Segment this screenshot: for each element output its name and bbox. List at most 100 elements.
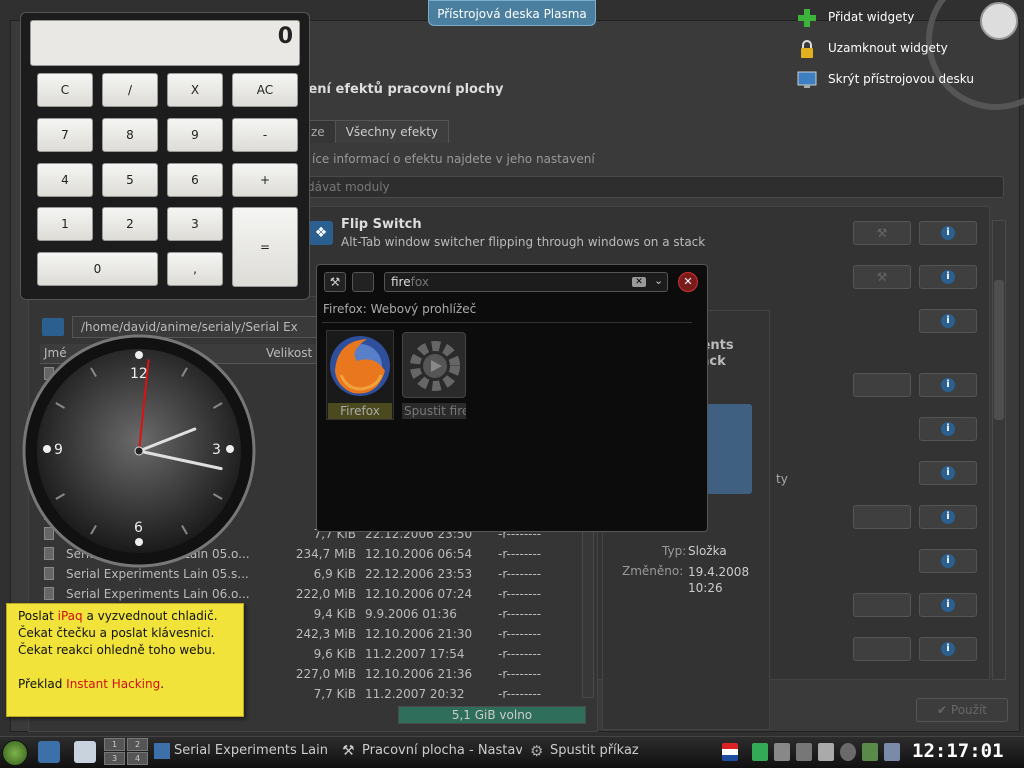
- file-size: 6,9 KiB: [313, 567, 356, 581]
- note-line: Překlad Instant Hacking.: [18, 677, 165, 691]
- info-button[interactable]: i: [919, 549, 977, 573]
- gear-icon[interactable]: [402, 332, 466, 398]
- info-icon: i: [941, 554, 955, 568]
- calc-key-1[interactable]: 1: [37, 207, 93, 241]
- dolphin-launcher-icon[interactable]: [38, 741, 60, 763]
- effect-name: Flip Switch: [341, 217, 422, 232]
- notes-icon[interactable]: [818, 743, 834, 761]
- effect-row-flip-switch[interactable]: ❖ Flip Switch Alt-Tab window switcher fl…: [301, 211, 991, 255]
- document-launcher-icon[interactable]: [74, 741, 96, 763]
- krunner-search-input[interactable]: firefox: [384, 272, 668, 292]
- note-line: Poslat iPaq a vyzvednout chladič.: [18, 609, 218, 623]
- info-button[interactable]: i: [919, 461, 977, 485]
- effects-filter-input[interactable]: dávat moduly: [300, 176, 1004, 198]
- add-widgets-button[interactable]: Přidat widgety: [790, 6, 1020, 30]
- info-button[interactable]: i: [919, 505, 977, 529]
- hide-dashboard-label: Skrýt přístrojovou desku: [828, 72, 974, 86]
- result-label: Spustit fire: [402, 403, 466, 419]
- add-widgets-label: Přidat widgety: [828, 10, 915, 24]
- calc-key-minus[interactable]: -: [232, 118, 298, 152]
- calc-key-multiply[interactable]: X: [167, 73, 223, 107]
- calc-key-3[interactable]: 3: [167, 207, 223, 241]
- pager-desktop-4[interactable]: 4: [127, 752, 148, 765]
- close-icon[interactable]: ✕: [678, 272, 698, 292]
- effects-scrollbar-thumb[interactable]: [994, 280, 1004, 420]
- pager-desktop-2[interactable]: 2: [127, 738, 148, 751]
- display-icon[interactable]: [884, 743, 900, 761]
- battery-icon[interactable]: [752, 743, 768, 761]
- calc-key-0[interactable]: 0: [37, 252, 158, 286]
- calc-key-8[interactable]: 8: [102, 118, 158, 152]
- task-dolphin[interactable]: Serial Experiments Lain: [154, 740, 334, 764]
- result-label: Firefox: [328, 403, 392, 419]
- window-list-icon[interactable]: [352, 272, 374, 292]
- effects-info-text: íce informací o efektu najdete v jeho na…: [312, 152, 595, 166]
- volume-icon[interactable]: [774, 743, 790, 761]
- calc-key-7[interactable]: 7: [37, 118, 93, 152]
- calc-key-all-clear[interactable]: AC: [232, 73, 298, 107]
- apply-button[interactable]: ✔ Použít: [916, 698, 1008, 722]
- info-button[interactable]: i: [919, 221, 977, 245]
- calc-key-5[interactable]: 5: [102, 163, 158, 197]
- configure-button[interactable]: [853, 373, 911, 397]
- task-run-command[interactable]: ⚙ Spustit příkaz: [530, 740, 710, 764]
- calc-key-plus[interactable]: +: [232, 163, 298, 197]
- configure-button[interactable]: ⚒: [853, 221, 911, 245]
- dashboard-tooltip: Přístrojová deska Plasma: [428, 0, 596, 26]
- clear-input-icon[interactable]: ✕: [632, 277, 646, 287]
- calc-key-equals[interactable]: =: [232, 207, 298, 287]
- column-size[interactable]: Velikost: [266, 346, 312, 360]
- clipboard-icon[interactable]: [796, 743, 812, 761]
- info-modified-value: 19.4.2008 10:26: [688, 565, 750, 595]
- info-button[interactable]: i: [919, 373, 977, 397]
- lock-widgets-button[interactable]: Uzamknout widgety: [790, 37, 1020, 61]
- calc-key-divide[interactable]: /: [102, 73, 158, 107]
- calc-key-4[interactable]: 4: [37, 163, 93, 197]
- network-icon[interactable]: [840, 743, 856, 761]
- analog-clock-widget: 12 3 6 9: [22, 334, 256, 568]
- calc-key-2[interactable]: 2: [102, 207, 158, 241]
- keyboard-layout-flag-icon[interactable]: [722, 743, 738, 761]
- clock-numeral-12: 12: [130, 366, 148, 382]
- file-list-scrollbar[interactable]: [582, 530, 594, 698]
- info-button[interactable]: i: [919, 593, 977, 617]
- updates-icon[interactable]: [862, 743, 878, 761]
- task-settings[interactable]: ⚒ Pracovní plocha - Nastav: [342, 740, 522, 764]
- info-icon: i: [941, 598, 955, 612]
- tab-all-effects[interactable]: Všechny efekty: [334, 120, 450, 143]
- configure-button[interactable]: [853, 505, 911, 529]
- history-dropdown-icon[interactable]: ⌄: [654, 274, 663, 287]
- file-permissions: -r--------: [498, 567, 542, 581]
- info-button[interactable]: i: [919, 309, 977, 333]
- info-button[interactable]: i: [919, 417, 977, 441]
- calc-key-clear[interactable]: C: [37, 73, 93, 107]
- info-button[interactable]: i: [919, 265, 977, 289]
- kickoff-menu-icon[interactable]: [2, 740, 28, 766]
- info-panel-fragment: ty: [776, 472, 788, 486]
- note-widget[interactable]: Poslat iPaq a vyzvednout chladič. Čekat …: [6, 603, 244, 717]
- info-icon: i: [941, 642, 955, 656]
- note-line: Čekat reakci ohledně toho webu.: [18, 643, 216, 657]
- digital-clock[interactable]: 12:17:01: [912, 740, 1004, 762]
- pager-desktop-3[interactable]: 3: [104, 752, 125, 765]
- file-name: Serial Experiments Lain 05.s...: [66, 567, 249, 581]
- file-date: 9.9.2006 01:36: [365, 607, 457, 621]
- file-permissions: -r--------: [498, 647, 542, 661]
- configure-button[interactable]: [853, 593, 911, 617]
- file-date: 11.2.2007 20:32: [365, 687, 465, 701]
- gear-icon-graphic: [410, 341, 460, 391]
- info-button[interactable]: i: [919, 637, 977, 661]
- wrench-icon: ⚒: [876, 270, 888, 284]
- calc-key-9[interactable]: 9: [167, 118, 223, 152]
- apply-label: Použít: [950, 703, 987, 717]
- pager-desktop-1[interactable]: 1: [104, 738, 125, 751]
- wrench-icon[interactable]: ⚒: [324, 272, 346, 292]
- configure-button[interactable]: ⚒: [853, 265, 911, 289]
- calc-key-decimal[interactable]: ,: [167, 252, 223, 286]
- match-description: Firefox: Webový prohlížeč: [323, 302, 477, 316]
- configure-button[interactable]: [853, 637, 911, 661]
- hide-dashboard-button[interactable]: Skrýt přístrojovou desku: [790, 68, 1020, 92]
- calc-key-6[interactable]: 6: [167, 163, 223, 197]
- table-row[interactable]: Serial Experiments Lain 06.o... 222,0 MiB…: [40, 584, 580, 604]
- query-typed: fire: [391, 275, 411, 289]
